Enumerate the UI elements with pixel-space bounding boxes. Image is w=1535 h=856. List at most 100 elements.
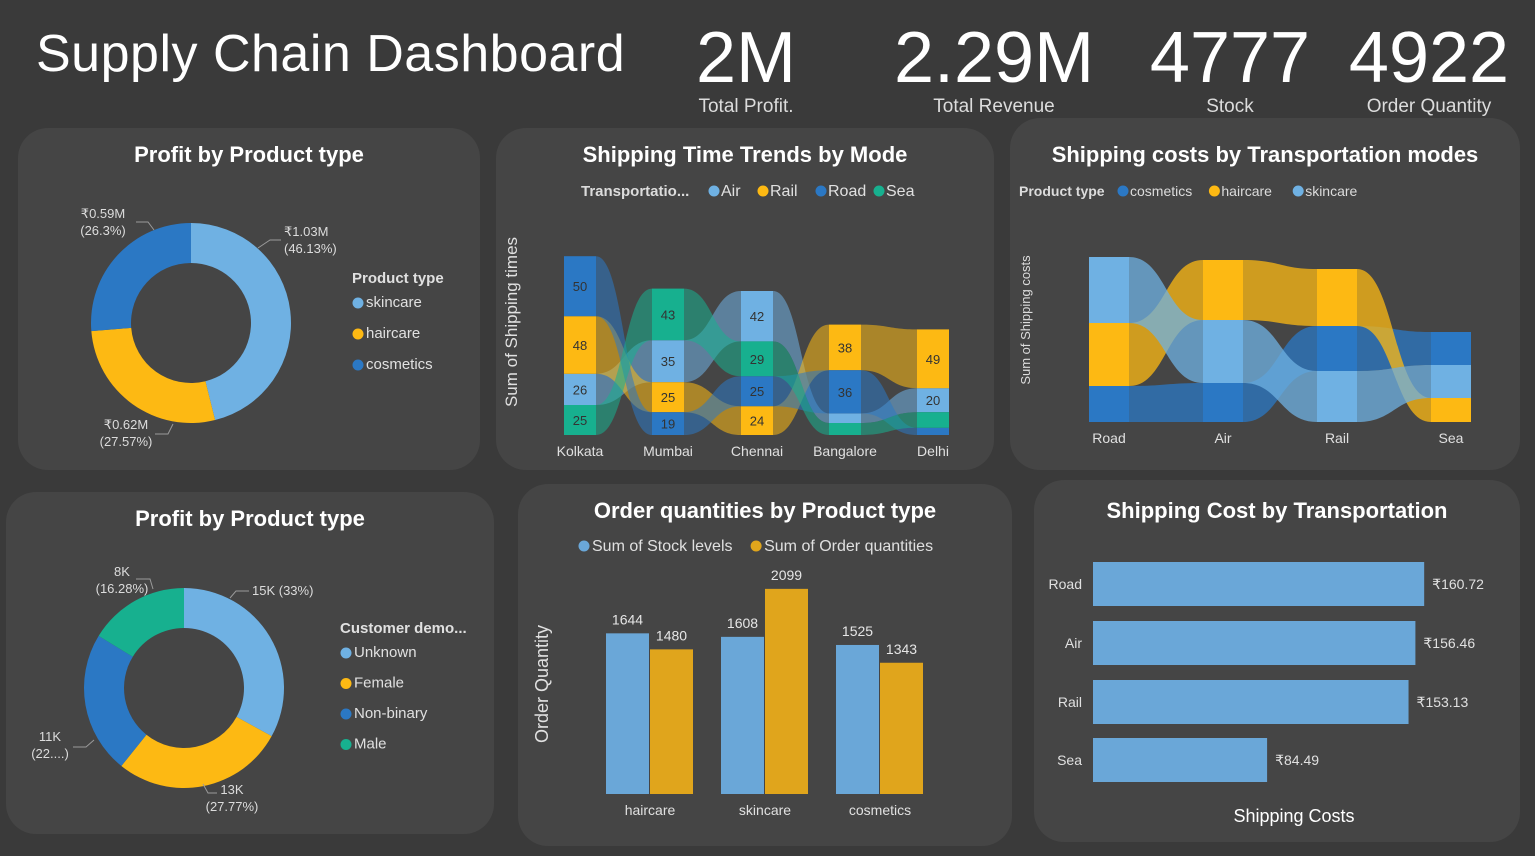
legend-title: Transportatio... bbox=[581, 183, 689, 200]
bar-value-label: 2099 bbox=[771, 567, 802, 583]
kpi-value: 4777 bbox=[1149, 18, 1311, 98]
dashboard-title: Supply Chain Dashboard bbox=[36, 25, 626, 83]
kpi-label: Total Profit. bbox=[698, 96, 794, 117]
bar-value-label: 1644 bbox=[612, 611, 643, 627]
shipping-costs-ribbon-chart[interactable]: Product type cosmetics haircare skincare Sum… bbox=[1010, 118, 1520, 470]
ribbon-bar-road bbox=[917, 427, 949, 435]
data-label: 49 bbox=[926, 352, 940, 367]
y-tick-label: Road bbox=[1049, 576, 1082, 592]
donut-slice-cosmetics bbox=[91, 223, 191, 332]
slice-value-label: 13K bbox=[220, 782, 243, 797]
data-label: 25 bbox=[750, 384, 764, 399]
kpi-order-quantity: 4922 Order Quantity bbox=[1338, 22, 1520, 118]
x-tick-label: Road bbox=[1092, 430, 1125, 446]
bar-sum-of-stock-levels bbox=[836, 644, 879, 794]
ribbon-bar-air bbox=[829, 413, 861, 423]
leader-line bbox=[136, 221, 155, 231]
legend-marker bbox=[1292, 185, 1304, 197]
legend-item: Road bbox=[828, 183, 866, 200]
bar-sum-of-stock-levels bbox=[606, 633, 649, 794]
legend-item: cosmetics bbox=[1130, 183, 1192, 199]
legend-marker bbox=[1208, 185, 1220, 197]
ribbon-bar-cosmetics bbox=[1317, 326, 1357, 371]
slice-value-label: 11K bbox=[39, 729, 61, 744]
bar-sum-of-stock-levels bbox=[721, 636, 764, 794]
slice-value-label: 15K (33%) bbox=[252, 583, 313, 598]
legend-marker bbox=[757, 185, 769, 197]
y-axis-label: Sum of Shipping times bbox=[502, 237, 521, 407]
product-donut-chart[interactable]: ₹1.03M (46.13%) ₹0.62M (27.57%) ₹0.59M (26.3%… bbox=[18, 128, 480, 470]
y-axis-label: Order Quantity bbox=[532, 625, 552, 743]
bar-sum-of-order-quantities bbox=[650, 649, 693, 794]
legend-marker bbox=[750, 540, 762, 552]
x-tick-label: skincare bbox=[739, 802, 791, 818]
bar-value-label: 1480 bbox=[656, 627, 687, 643]
donut-slice-haircare bbox=[91, 327, 216, 423]
x-axis-label: Shipping Costs bbox=[1233, 806, 1354, 826]
shipping-time-ribbon-chart[interactable]: Transportatio... Air Rail Road Sea Sum of Shi… bbox=[496, 128, 994, 470]
data-label: 25 bbox=[661, 390, 675, 405]
x-tick-label: haircare bbox=[625, 802, 676, 818]
data-label: 19 bbox=[661, 417, 675, 432]
data-label: 50 bbox=[573, 279, 587, 294]
y-axis-label: Sum of Shipping costs bbox=[1018, 255, 1033, 385]
demographics-donut-chart[interactable]: 15K (33%) 13K (27.77%) 11K (22....) 8K (16.28%… bbox=[6, 492, 494, 834]
legend-marker bbox=[352, 328, 364, 340]
hbar-rail bbox=[1093, 680, 1409, 724]
hbar-road bbox=[1093, 562, 1425, 606]
shipping-cost-hbar-chart[interactable]: Road ₹160.72 Air ₹156.46 Rail ₹153.13 Sea ₹84.4… bbox=[1034, 480, 1520, 842]
slice-value-label: ₹0.62M bbox=[104, 417, 148, 432]
legend-marker bbox=[578, 540, 590, 552]
legend-item: skincare bbox=[1305, 183, 1357, 199]
order-quantities-card[interactable]: Order quantities by Product type Sum of … bbox=[518, 484, 1012, 846]
legend-marker bbox=[340, 708, 352, 720]
ribbon-bar-haircare bbox=[1317, 269, 1357, 326]
x-tick-label: Bangalore bbox=[813, 443, 877, 459]
bar-value-label: ₹160.72 bbox=[1432, 576, 1484, 592]
profit-by-demographics-card[interactable]: Profit by Product type 15K (33%) 13K (27.7… bbox=[6, 492, 494, 834]
legend-marker bbox=[340, 647, 352, 659]
slice-value-label: ₹1.03M bbox=[284, 224, 328, 239]
bar-value-label: 1525 bbox=[842, 623, 873, 639]
ribbon-bar-cosmetics bbox=[1089, 386, 1129, 422]
slice-percent-label: (46.13%) bbox=[284, 241, 337, 256]
legend-title: Product type bbox=[1019, 183, 1105, 199]
leader-line bbox=[257, 239, 281, 249]
kpi-value: 2M bbox=[695, 18, 797, 98]
ribbon-bar-sea bbox=[917, 412, 949, 428]
legend-marker bbox=[708, 185, 720, 197]
ribbon-bar-skincare bbox=[1203, 320, 1243, 383]
data-label: 20 bbox=[926, 393, 940, 408]
ribbon-cosmetics bbox=[1129, 383, 1203, 422]
data-label: 42 bbox=[750, 309, 764, 324]
order-quantities-bar-chart[interactable]: Sum of Stock levels Sum of Order quantiti… bbox=[518, 484, 1012, 846]
kpi-value: 2.29M bbox=[893, 18, 1095, 98]
legend-item: Sum of Order quantities bbox=[764, 538, 933, 555]
profit-by-product-card[interactable]: Profit by Product type ₹1.03M (46.13%) ₹0.… bbox=[18, 128, 480, 470]
donut-slice-female bbox=[121, 716, 272, 788]
ribbon-bar-haircare bbox=[1089, 323, 1129, 386]
legend-title: Customer demo... bbox=[340, 620, 467, 637]
kpi-total-profit: 2M Total Profit. bbox=[686, 22, 806, 118]
slice-value-label: 8K bbox=[114, 564, 130, 579]
data-label: 38 bbox=[838, 340, 852, 355]
data-label: 43 bbox=[661, 307, 675, 322]
kpi-label: Total Revenue bbox=[933, 96, 1055, 117]
bar-value-label: ₹84.49 bbox=[1275, 752, 1319, 768]
shipping-costs-card[interactable]: Shipping costs by Transportation modes P… bbox=[1010, 118, 1520, 470]
ribbon-bar-haircare bbox=[1431, 398, 1471, 422]
leader-line bbox=[155, 423, 174, 435]
data-label: 24 bbox=[750, 414, 764, 429]
hbar-sea bbox=[1093, 738, 1268, 782]
bar-value-label: ₹156.46 bbox=[1423, 635, 1475, 651]
x-tick-label: Rail bbox=[1325, 430, 1349, 446]
legend-item: Female bbox=[354, 675, 404, 692]
shipping-time-card[interactable]: Shipping Time Trends by Mode Transportat… bbox=[496, 128, 994, 470]
legend-marker bbox=[873, 185, 885, 197]
shipping-cost-transport-card[interactable]: Shipping Cost by Transportation Road ₹160… bbox=[1034, 480, 1520, 842]
legend-marker bbox=[1117, 185, 1129, 197]
ribbon-bar-sea bbox=[829, 423, 861, 435]
slice-percent-label: (16.28%) bbox=[96, 581, 149, 596]
legend-item: Rail bbox=[770, 183, 798, 200]
x-tick-label: Mumbai bbox=[643, 443, 693, 459]
